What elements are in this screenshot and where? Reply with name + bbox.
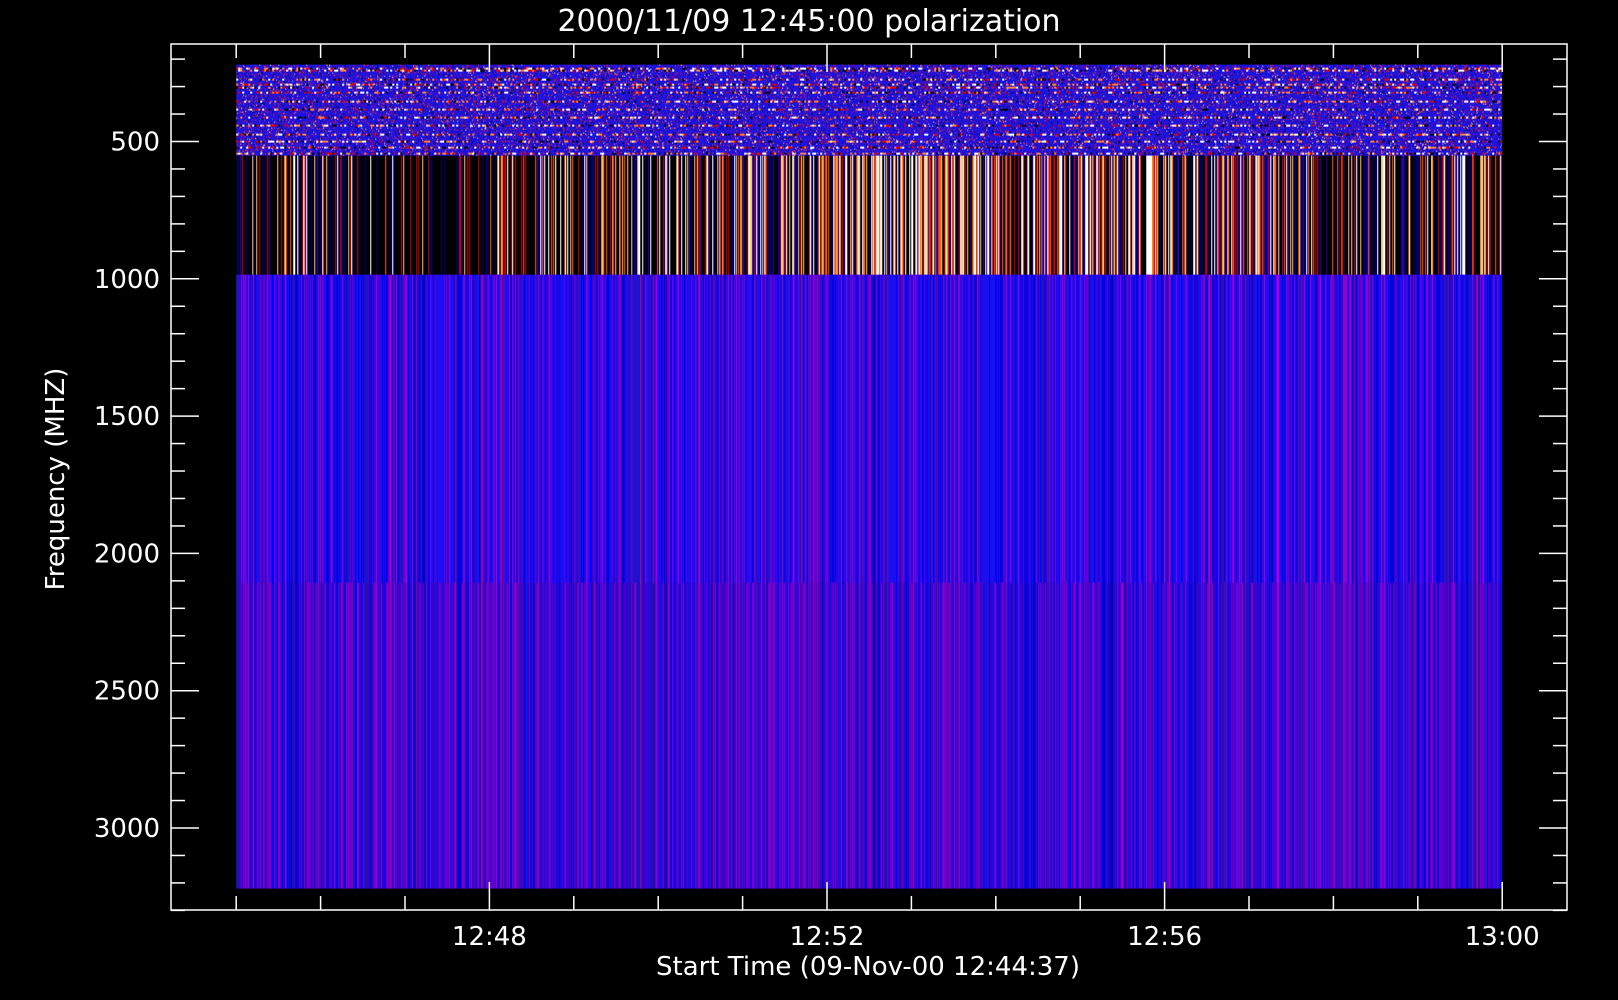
chart-title: 2000/11/09 12:45:00 polarization (557, 4, 1060, 39)
x-tick-label: 12:56 (1127, 922, 1202, 952)
x-tick-label: 12:48 (452, 922, 527, 952)
y-tick-labels: 500 1000 1500 2000 2500 3000 (94, 128, 160, 845)
y-tick-label: 500 (110, 128, 160, 158)
x-tick-labels: 12:48 12:52 12:56 13:00 (452, 922, 1540, 952)
y-tick-label: 2500 (94, 677, 160, 707)
y-tick-label: 1000 (94, 265, 160, 295)
x-tick-label: 12:52 (790, 922, 865, 952)
dynamic-spectrum (236, 64, 1502, 889)
y-tick-label: 3000 (94, 814, 160, 844)
chart: 2000/11/09 12:45:00 polarization 12:48 12… (0, 0, 1618, 1000)
x-axis-label: Start Time (09-Nov-00 12:44:37) (656, 952, 1080, 982)
y-axis-label: Frequency (MHZ) (41, 368, 71, 591)
plot-area (236, 64, 1502, 889)
y-tick-label: 1500 (94, 402, 160, 432)
y-tick-label: 2000 (94, 539, 160, 569)
x-tick-label: 13:00 (1465, 922, 1540, 952)
